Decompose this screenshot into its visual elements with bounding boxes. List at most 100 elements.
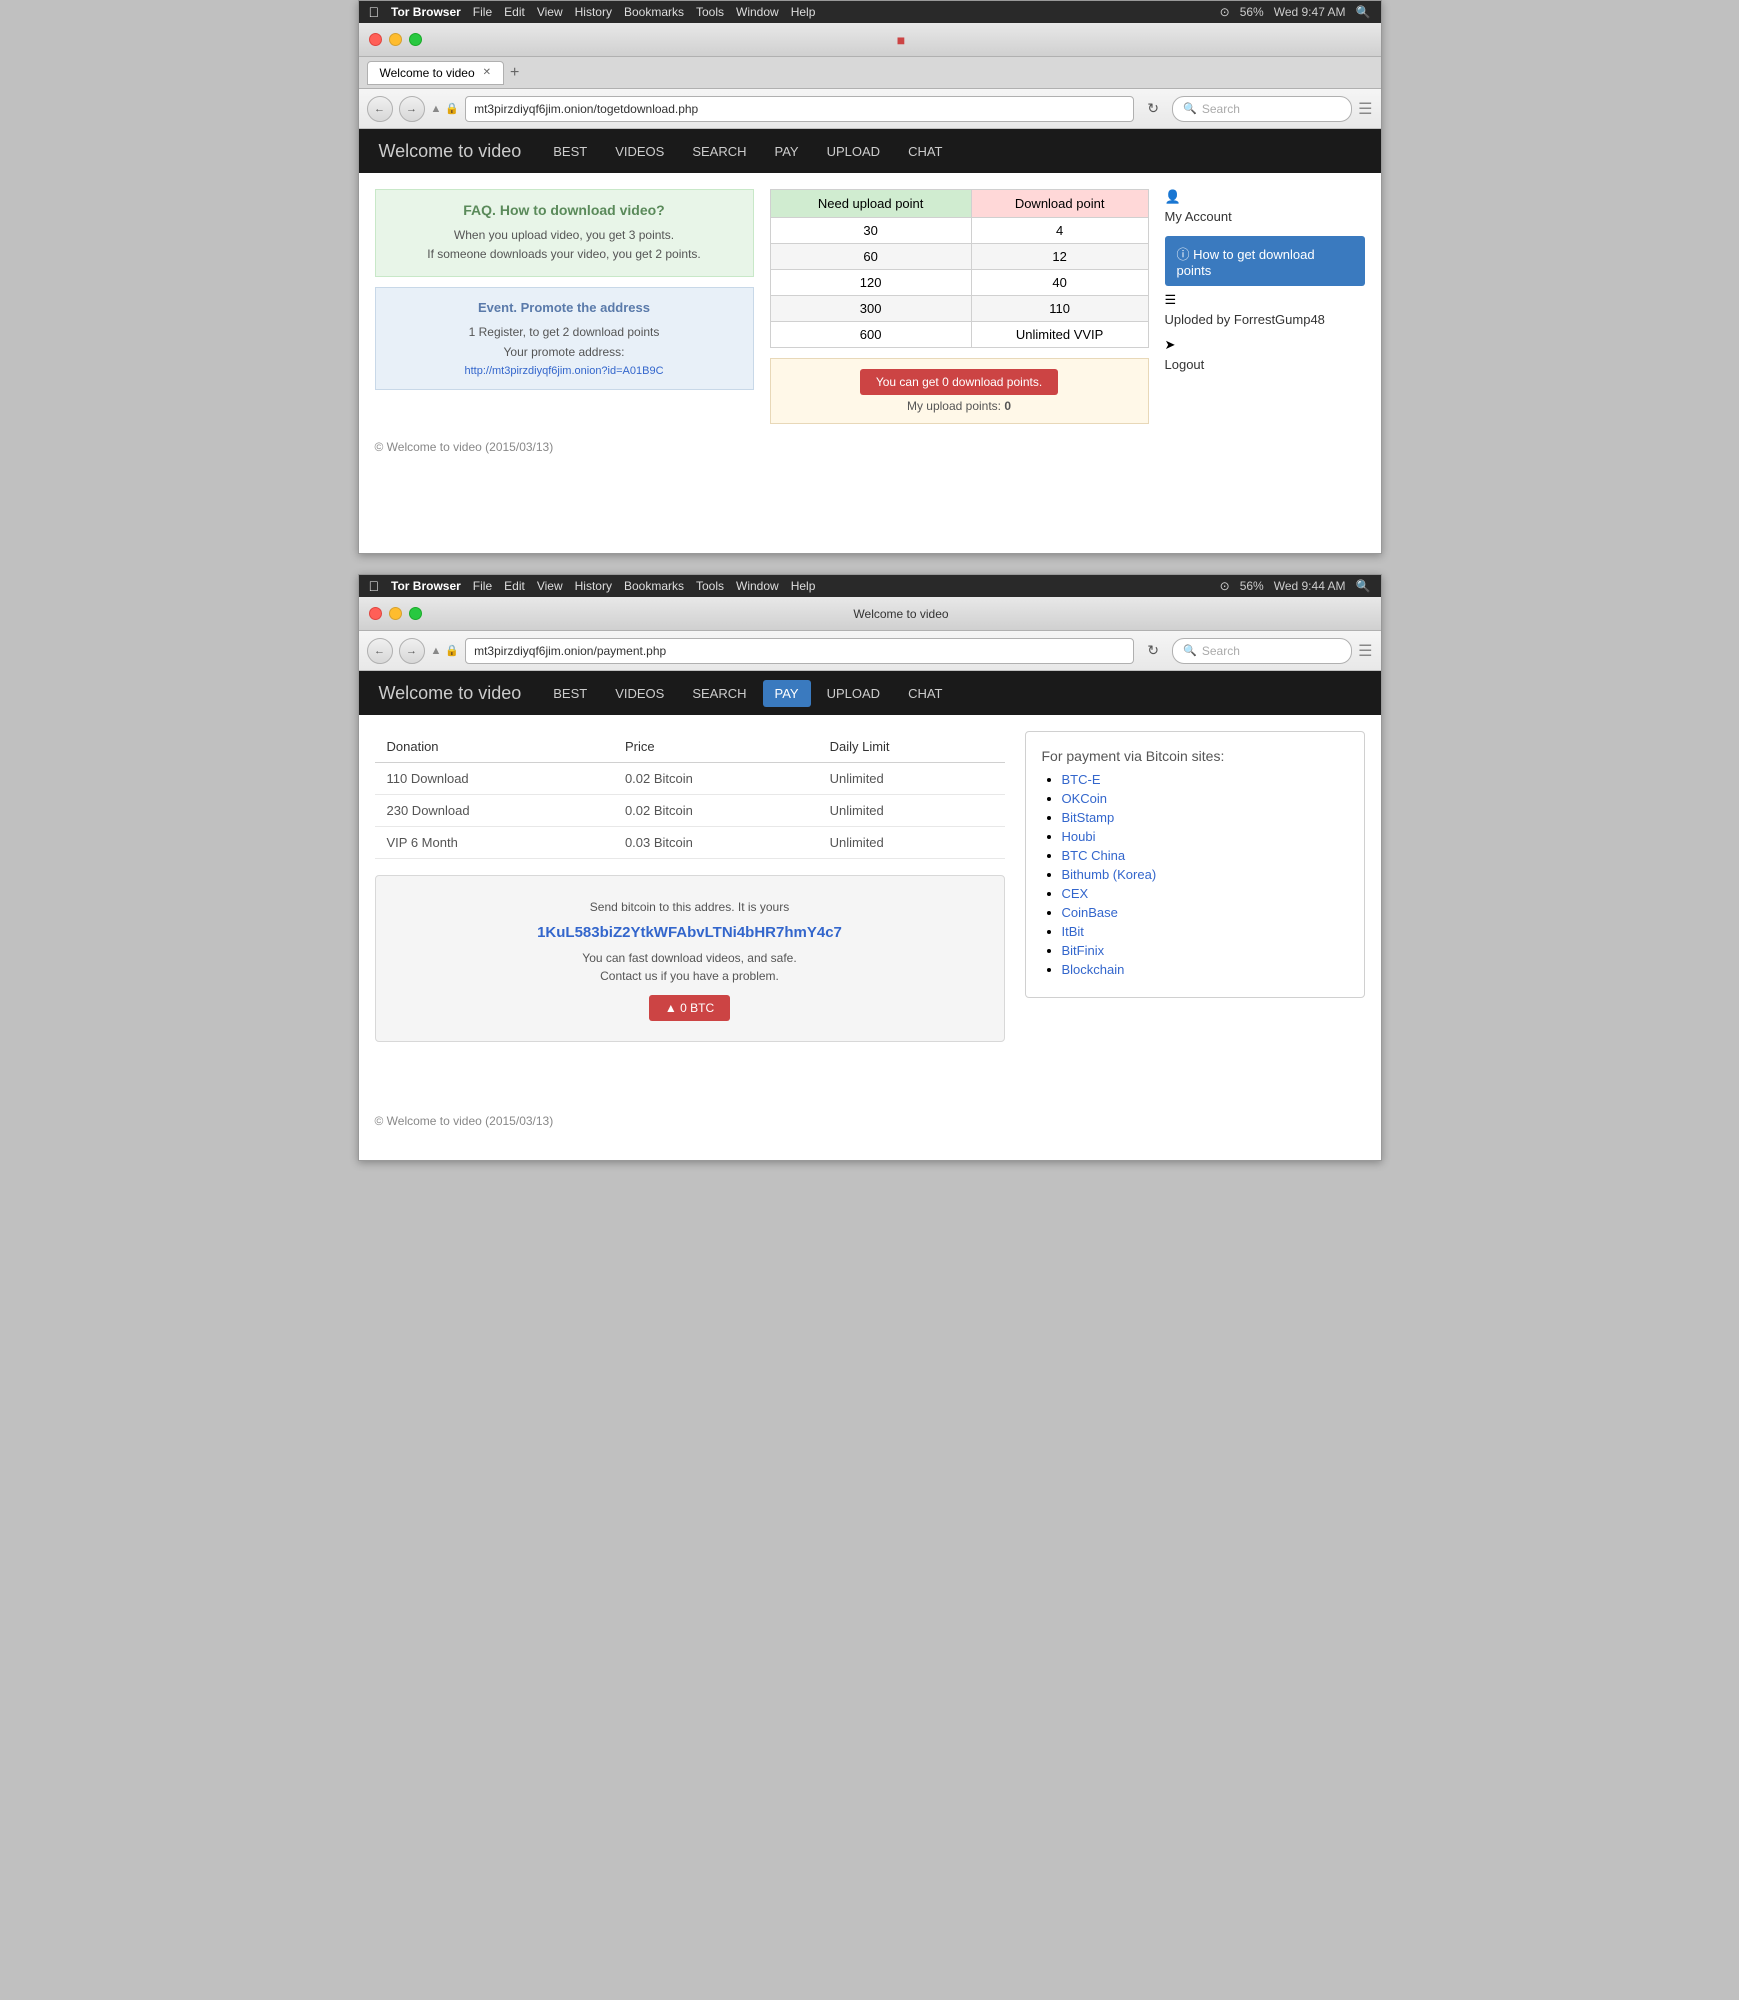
pay-col-limit: Daily Limit	[818, 731, 1005, 763]
list-item: Bithumb (Korea)	[1062, 867, 1348, 882]
search-icon-top-2[interactable]: 🔍	[1356, 579, 1371, 593]
cell-download: 4	[971, 218, 1148, 244]
traffic-lights-2	[369, 607, 422, 620]
cex-link[interactable]: CEX	[1062, 886, 1089, 901]
window-2:  Tor Browser File Edit View History Boo…	[358, 574, 1382, 1161]
tab-1[interactable]: Welcome to video ✕	[367, 61, 505, 85]
menu-help-1[interactable]: Help	[791, 5, 816, 19]
cell-upload: 60	[770, 244, 971, 270]
menu-help-2[interactable]: Help	[791, 579, 816, 593]
uploaded-by-link[interactable]: Uploded by ForrestGump48	[1165, 308, 1365, 331]
toolbar-1: ← → ▲ 🔒 mt3pirzdiyqf6jim.onion/togetdown…	[359, 89, 1381, 129]
my-account-link[interactable]: My Account	[1165, 205, 1365, 228]
nav-chat-1[interactable]: CHAT	[896, 138, 954, 165]
app-name-1: Tor Browser	[391, 5, 461, 19]
bithumb-link[interactable]: Bithumb (Korea)	[1062, 867, 1157, 882]
nav-best-1[interactable]: BEST	[541, 138, 599, 165]
menu-tools-2[interactable]: Tools	[696, 579, 724, 593]
reload-button-2[interactable]: ↻	[1140, 638, 1166, 664]
event-link[interactable]: http://mt3pirzdiyqf6jim.onion?id=A01B9C	[464, 365, 663, 377]
okcoin-link[interactable]: OKCoin	[1062, 791, 1108, 806]
table-row: 304	[770, 218, 1148, 244]
menu-window-2[interactable]: Window	[736, 579, 779, 593]
minimize-button[interactable]	[389, 33, 402, 46]
search-bar-1[interactable]: 🔍 Search	[1172, 96, 1352, 122]
nav-pay-1[interactable]: PAY	[763, 138, 811, 165]
back-button-1[interactable]: ←	[367, 96, 393, 122]
menu-history-1[interactable]: History	[575, 5, 612, 19]
houbi-link[interactable]: Houbi	[1062, 829, 1096, 844]
btcchina-link[interactable]: BTC China	[1062, 848, 1126, 863]
menu-view-1[interactable]: View	[537, 5, 563, 19]
lock-icon-1: 🔒	[445, 102, 459, 115]
os-menubar-2:  Tor Browser File Edit View History Boo…	[359, 575, 1381, 597]
bitcoin-send-text: Send bitcoin to this addres. It is yours	[396, 900, 984, 914]
close-button[interactable]	[369, 33, 382, 46]
search-bar-2[interactable]: 🔍 Search	[1172, 638, 1352, 664]
download-points-button[interactable]: You can get 0 download points.	[860, 369, 1058, 395]
menu-history-2[interactable]: History	[575, 579, 612, 593]
menu-tools-1[interactable]: Tools	[696, 5, 724, 19]
search-icon-top[interactable]: 🔍	[1356, 5, 1371, 19]
forward-button-2[interactable]: →	[399, 638, 425, 664]
nav-upload-1[interactable]: UPLOAD	[815, 138, 892, 165]
menu-edit-1[interactable]: Edit	[504, 5, 525, 19]
btc-button[interactable]: ▲ 0 BTC	[649, 995, 730, 1021]
bitfinix-link[interactable]: BitFinix	[1062, 943, 1105, 958]
table-container-1: Need upload point Download point 304 601…	[770, 189, 1149, 424]
event-text1: 1 Register, to get 2 download points	[388, 323, 741, 342]
nav-pay-2[interactable]: PAY	[763, 680, 811, 707]
new-tab-button-1[interactable]: +	[510, 64, 519, 82]
back-button-2[interactable]: ←	[367, 638, 393, 664]
battery-label: 56%	[1240, 5, 1264, 19]
menu-file-1[interactable]: File	[473, 5, 492, 19]
maximize-button-2[interactable]	[409, 607, 422, 620]
nav-search-2[interactable]: SEARCH	[680, 680, 758, 707]
os-menu-right-2: ⊙ 56% Wed 9:44 AM 🔍	[1220, 579, 1371, 593]
bitcoin-address[interactable]: 1KuL583biZ2YtkWFAbvLTNi4bHR7hmY4c7	[396, 924, 984, 941]
nav-videos-2[interactable]: VIDEOS	[603, 680, 676, 707]
faq-text1: When you upload video, you get 3 points.	[388, 226, 741, 245]
blockchain-link[interactable]: Blockchain	[1062, 962, 1125, 977]
btc-icon: ▲	[665, 1001, 677, 1015]
cell-download: 40	[971, 270, 1148, 296]
pay-row: 230 Download 0.02 Bitcoin Unlimited	[375, 795, 1005, 827]
cell-download: 110	[971, 296, 1148, 322]
reload-button-1[interactable]: ↻	[1140, 96, 1166, 122]
nav-videos-1[interactable]: VIDEOS	[603, 138, 676, 165]
nav-best-2[interactable]: BEST	[541, 680, 599, 707]
nav-upload-2[interactable]: UPLOAD	[815, 680, 892, 707]
url-bar-2[interactable]: mt3pirzdiyqf6jim.onion/payment.php	[465, 638, 1134, 664]
nav-search-1[interactable]: SEARCH	[680, 138, 758, 165]
minimize-button-2[interactable]	[389, 607, 402, 620]
bitstamp-link[interactable]: BitStamp	[1062, 810, 1115, 825]
forward-button-1[interactable]: →	[399, 96, 425, 122]
payment-left: Donation Price Daily Limit 110 Download …	[375, 731, 1005, 1058]
how-to-button[interactable]: ⓘ How to get download points	[1165, 236, 1365, 286]
user-icon: 👤	[1165, 189, 1181, 204]
pay-cell-price: 0.02 Bitcoin	[613, 763, 818, 795]
list-item: BitFinix	[1062, 943, 1348, 958]
maximize-button[interactable]	[409, 33, 422, 46]
search-placeholder-2: Search	[1202, 644, 1240, 658]
menu-edit-2[interactable]: Edit	[504, 579, 525, 593]
menu-file-2[interactable]: File	[473, 579, 492, 593]
menu-bookmarks-1[interactable]: Bookmarks	[624, 5, 684, 19]
coinbase-link[interactable]: CoinBase	[1062, 905, 1118, 920]
itbit-link[interactable]: ItBit	[1062, 924, 1084, 939]
pay-cell-donation: VIP 6 Month	[375, 827, 613, 859]
table-row: 12040	[770, 270, 1148, 296]
payment-sites-box: For payment via Bitcoin sites: BTC-E OKC…	[1025, 731, 1365, 998]
nav-chat-2[interactable]: CHAT	[896, 680, 954, 707]
pay-cell-donation: 230 Download	[375, 795, 613, 827]
menu-bookmarks-2[interactable]: Bookmarks	[624, 579, 684, 593]
menu-view-2[interactable]: View	[537, 579, 563, 593]
url-bar-1[interactable]: mt3pirzdiyqf6jim.onion/togetdownload.php	[465, 96, 1134, 122]
menu-window-1[interactable]: Window	[736, 5, 779, 19]
close-button-2[interactable]	[369, 607, 382, 620]
btce-link[interactable]: BTC-E	[1062, 772, 1101, 787]
tab-close-1[interactable]: ✕	[483, 67, 491, 78]
faq-title: FAQ. How to download video?	[388, 202, 741, 218]
logout-link[interactable]: Logout	[1165, 353, 1365, 376]
window-title-label-2: Welcome to video	[432, 607, 1371, 621]
